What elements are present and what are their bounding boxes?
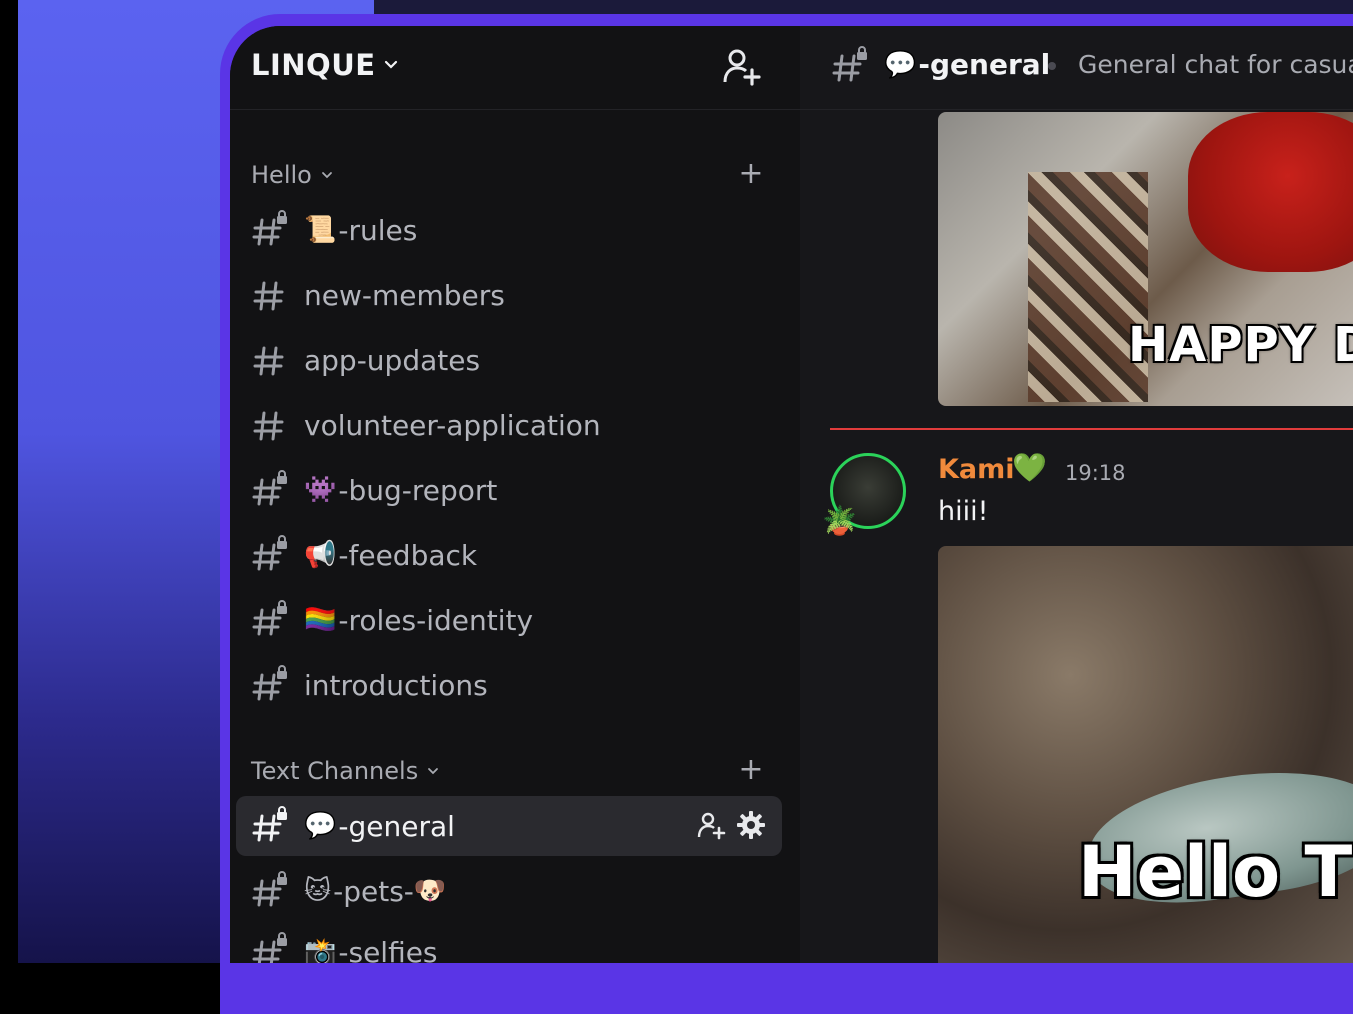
channel-label: -pets- <box>333 874 414 908</box>
channel-label: introductions <box>304 668 488 702</box>
channel-label: new-members <box>304 278 505 312</box>
category-hello[interactable]: Hello <box>251 160 334 190</box>
channel-label: -roles-identity <box>338 603 534 637</box>
channel-item-app-updates[interactable]: app-updates <box>236 330 782 390</box>
rainbow-flag-emoji-icon: 🏳️‍🌈 <box>304 605 337 635</box>
channel-item-selfies[interactable]: 📸 -selfies <box>236 922 782 963</box>
chevron-down-icon <box>428 768 439 775</box>
channel-label: -bug-report <box>338 473 498 507</box>
server-name-dropdown[interactable]: LINQUE <box>251 48 398 82</box>
scroll-emoji-icon: 📜 <box>304 215 337 245</box>
locked-text-channel-icon <box>252 535 287 571</box>
locked-text-channel-icon <box>252 665 287 701</box>
locked-text-channel-icon <box>252 932 287 963</box>
locked-text-channel-icon <box>832 46 867 82</box>
message-text: hiii! <box>938 496 989 527</box>
locked-text-channel-icon <box>252 600 287 636</box>
channel-label: -selfies <box>338 935 438 964</box>
gif-content <box>1188 112 1353 272</box>
chat-panel: 💬 -general General chat for casual HAPPY… <box>800 26 1353 963</box>
alien-monster-emoji-icon: 👾 <box>304 475 337 505</box>
gif-attachment-happy[interactable]: HAPPY D <box>938 112 1353 406</box>
server-name: LINQUE <box>251 48 376 82</box>
channel-item-volunteer-application[interactable]: volunteer-application <box>236 395 782 455</box>
channel-label: app-updates <box>304 343 481 377</box>
new-messages-divider <box>830 428 1353 430</box>
gif-attachment-hello[interactable]: Hello T <box>938 546 1353 963</box>
cat-face-emoji-icon: 🐱 <box>304 876 332 906</box>
camera-flash-emoji-icon: 📸 <box>304 937 337 963</box>
channel-title: 💬 -general <box>884 48 1050 81</box>
locked-text-channel-icon <box>252 470 287 506</box>
chat-header: 💬 -general General chat for casual <box>800 26 1353 110</box>
category-label: Text Channels <box>251 757 419 785</box>
avatar-decoration-icon: 🪴 <box>822 504 857 537</box>
server-header[interactable]: LINQUE <box>230 26 800 110</box>
locked-text-channel-icon <box>252 806 287 842</box>
speech-bubble-emoji-icon: 💬 <box>304 811 337 841</box>
channel-item-feedback[interactable]: 📢 -feedback <box>236 525 782 585</box>
channel-label: -rules <box>338 213 418 247</box>
role-badge-icon: 💚 <box>1012 451 1047 484</box>
channel-title-text: -general <box>918 48 1051 81</box>
discord-app-window: LINQUE Hello + 📜 -rules new-members app-… <box>230 26 1353 963</box>
locked-text-channel-icon <box>252 871 287 907</box>
header-separator-dot <box>1048 62 1056 70</box>
channel-item-rules[interactable]: 📜 -rules <box>236 200 782 260</box>
chevron-down-icon <box>384 60 397 69</box>
channel-item-roles-identity[interactable]: 🏳️‍🌈 -roles-identity <box>236 590 782 650</box>
gear-icon[interactable] <box>736 810 766 840</box>
gif-caption: Hello T <box>1078 831 1353 913</box>
text-channel-hash-icon <box>253 281 284 311</box>
category-label: Hello <box>251 161 312 189</box>
channel-label: -feedback <box>338 538 478 572</box>
channel-item-new-members[interactable]: new-members <box>236 265 782 325</box>
speech-bubble-emoji-icon: 💬 <box>884 49 917 80</box>
channel-topic[interactable]: General chat for casual <box>1078 50 1353 79</box>
dog-face-emoji-icon: 🐶 <box>413 876 447 906</box>
create-channel-plus-icon[interactable]: + <box>738 159 764 189</box>
channel-label: volunteer-application <box>304 408 601 442</box>
category-text-channels[interactable]: Text Channels <box>251 756 440 786</box>
locked-text-channel-icon <box>252 210 287 246</box>
channel-item-general[interactable]: 💬 -general <box>236 796 782 856</box>
invite-people-icon[interactable] <box>720 46 762 88</box>
channel-item-introductions[interactable]: introductions <box>236 655 782 715</box>
message-author[interactable]: Kami <box>938 454 1015 485</box>
text-channel-hash-icon <box>253 411 284 441</box>
chevron-down-icon <box>321 172 332 179</box>
channel-label: -general <box>338 809 455 843</box>
channel-sidebar: LINQUE Hello + 📜 -rules new-members app-… <box>230 26 800 963</box>
channel-item-bug-report[interactable]: 👾 -bug-report <box>236 460 782 520</box>
message-timestamp: 19:18 <box>1065 461 1126 485</box>
megaphone-emoji-icon: 📢 <box>304 540 337 570</box>
create-channel-plus-icon[interactable]: + <box>738 755 764 785</box>
channel-item-pets[interactable]: 🐱 -pets- 🐶 <box>236 861 782 921</box>
create-invite-icon[interactable] <box>696 810 726 840</box>
text-channel-hash-icon <box>253 346 284 376</box>
gif-caption: HAPPY D <box>1128 317 1353 373</box>
